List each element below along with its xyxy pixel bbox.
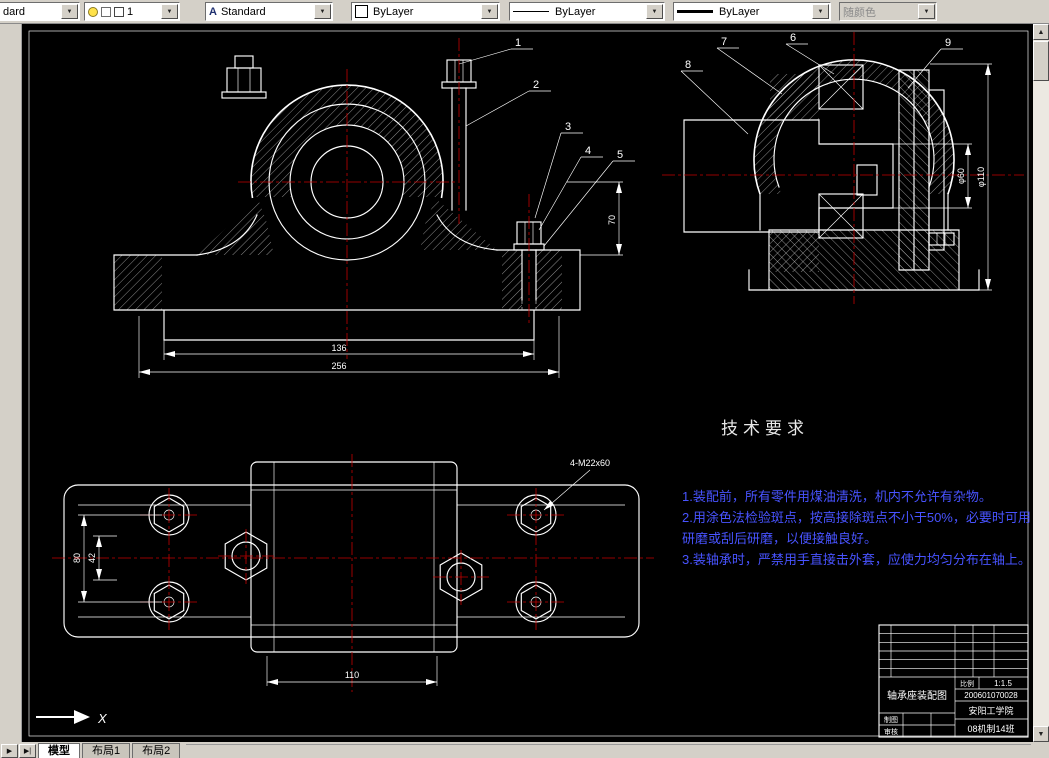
balloon-6: 6	[790, 32, 796, 44]
ucs-x-label: X	[97, 711, 108, 726]
tech-note-1: 1.装配前，所有零件用煤油清洗，机内不允许有杂物。	[682, 489, 992, 504]
scale-label: 比例	[960, 679, 974, 688]
model-space-canvas[interactable]: 136 256 70 φ60 φ110 110 80 42 4-M22x60 1…	[22, 24, 1033, 742]
drawing-title: 轴承座装配图	[887, 689, 947, 702]
dim-side-outer: φ110	[976, 167, 986, 187]
current-layer-value: 1	[127, 5, 134, 18]
mounting-bolts	[148, 494, 557, 623]
lineweight-sample-icon	[677, 10, 713, 13]
chevron-down-icon[interactable]: ▼	[812, 4, 829, 19]
plot-style-combo: 随颜色 ▼	[839, 2, 937, 21]
drafter-label: 制图	[884, 715, 898, 724]
balloon-1: 1	[515, 37, 521, 49]
tab-nav-first-button[interactable]: ▶	[1, 744, 18, 758]
school-name: 安阳工学院	[968, 705, 1013, 716]
lineweight-value: ByLayer	[719, 5, 760, 18]
color-swatch-icon	[355, 5, 368, 18]
named-view-value: dard	[3, 5, 26, 18]
balloon-9: 9	[945, 37, 951, 49]
dim-front-base-width: 256	[331, 361, 346, 371]
tab-layout2[interactable]: 布局2	[132, 743, 181, 758]
ucs-icon: X	[36, 710, 108, 726]
class-name: 08机制14班	[967, 723, 1014, 734]
scroll-down-button[interactable]: ▼	[1033, 726, 1049, 742]
chevron-down-icon[interactable]: ▼	[161, 4, 178, 19]
drawing-svg[interactable]: 136 256 70 φ60 φ110 110 80 42 4-M22x60 1…	[22, 24, 1033, 742]
linetype-combo[interactable]: ByLayer ▼	[509, 2, 665, 21]
tech-note-2: 2.用涂色法检验斑点，按高接除斑点不小于50%，必要时可用	[682, 510, 1031, 525]
balloon-7: 7	[721, 36, 727, 48]
balloon-4: 4	[585, 145, 591, 157]
layer-freeze-icon	[101, 6, 111, 17]
balloon-3: 3	[565, 121, 571, 133]
tech-requirements-title: 技术要求	[721, 419, 809, 438]
side-view: φ60 φ110	[662, 32, 1024, 304]
bolt-callout: 4-M22x60	[570, 458, 610, 468]
chevron-down-icon[interactable]: ▼	[481, 4, 498, 19]
top-toolbar: dard ▼ 1 ▼ A Standard ▼ ByLayer ▼ ByLaye…	[0, 0, 1049, 24]
dim-top-inner: 42	[87, 553, 97, 563]
tech-note-3: 3.装轴承时，严禁用手直接击外套，应使力均匀分布在轴上。	[682, 552, 1031, 567]
balloon-2: 2	[533, 79, 539, 91]
scroll-up-button[interactable]: ▲	[1033, 24, 1049, 40]
chevron-down-icon[interactable]: ▼	[314, 4, 331, 19]
vertical-scroll-thumb[interactable]	[1033, 41, 1049, 81]
linetype-value: ByLayer	[555, 5, 596, 18]
text-style-icon: A	[209, 5, 217, 18]
linetype-sample-icon	[513, 11, 549, 12]
drawing-number: 200601070028	[964, 691, 1018, 700]
chevron-down-icon[interactable]: ▼	[61, 4, 78, 19]
lineweight-combo[interactable]: ByLayer ▼	[673, 2, 831, 21]
layer-on-bulb-icon	[88, 6, 98, 17]
vertical-scrollbar[interactable]: ▲ ▼	[1033, 24, 1049, 742]
layer-combo[interactable]: 1 ▼	[84, 2, 180, 21]
dim-front-height: 70	[607, 215, 617, 225]
scrollbar-corner	[1033, 742, 1049, 758]
tab-model[interactable]: 模型	[38, 743, 80, 758]
layout-tab-bar: ▶ ▶| 模型 布局1 布局2	[0, 742, 1033, 758]
layer-color-chip-icon	[114, 6, 124, 17]
tab-layout1[interactable]: 布局1	[82, 743, 131, 758]
ucs-x-arrow-icon	[74, 710, 90, 724]
text-style-value: Standard	[220, 5, 266, 18]
scale-value: 1:1.5	[994, 679, 1012, 688]
chevron-down-icon: ▼	[918, 4, 935, 19]
dim-front-bolt-span: 136	[331, 343, 346, 353]
dim-top-outer: 80	[72, 553, 82, 563]
cap-bolt	[221, 55, 267, 99]
plot-style-value: 随颜色	[843, 6, 876, 19]
title-block: 比例 1:1.5 200601070028 安阳工学院 08机制14班 轴承座装…	[878, 624, 1029, 738]
sheet-border	[28, 30, 1029, 737]
color-value: ByLayer	[373, 5, 414, 18]
dim-side-inner: φ60	[956, 168, 966, 184]
bearing	[818, 64, 864, 239]
text-style-combo[interactable]: A Standard ▼	[205, 2, 333, 21]
tech-note-2b: 研磨或刮后研磨，以便接触良好。	[682, 531, 877, 546]
front-view: 136 256 70	[113, 38, 623, 378]
balloon-8: 8	[685, 59, 691, 71]
horizontal-scroll-track[interactable]	[186, 744, 1031, 758]
balloon-callouts: 1 2 3 4 5 6 7 8 9	[458, 32, 963, 247]
top-view: 110 80 42 4-M22x60	[52, 454, 654, 692]
shaft	[683, 119, 894, 233]
balloon-5: 5	[617, 149, 623, 161]
named-view-combo[interactable]: dard ▼	[0, 2, 80, 21]
tab-nav-last-button[interactable]: ▶|	[19, 744, 36, 758]
left-dock-strip	[0, 24, 22, 742]
chevron-down-icon[interactable]: ▼	[646, 4, 663, 19]
dim-top-length: 110	[345, 670, 359, 680]
color-combo[interactable]: ByLayer ▼	[351, 2, 500, 21]
checker-label: 审核	[884, 727, 898, 736]
tech-requirements: 技术要求 1.装配前，所有零件用煤油清洗，机内不允许有杂物。 2.用涂色法检验斑…	[682, 419, 1031, 567]
